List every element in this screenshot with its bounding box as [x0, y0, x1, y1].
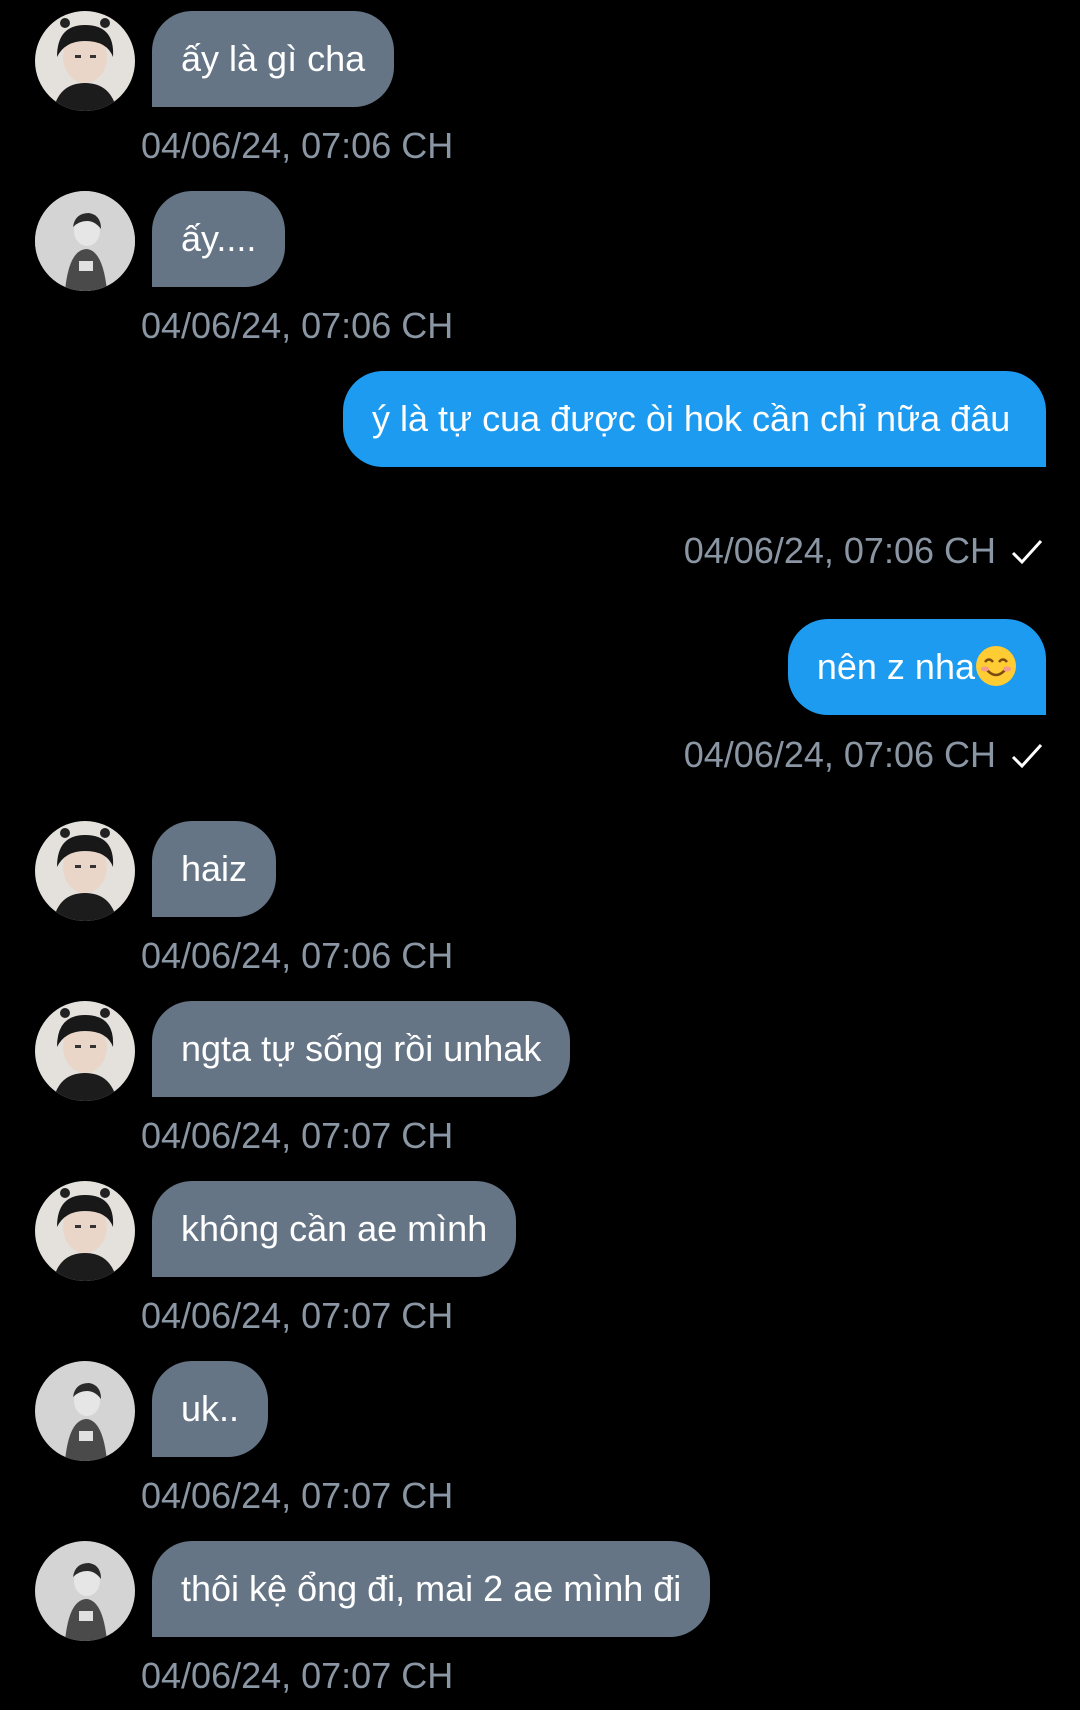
avatar[interactable] [35, 1361, 135, 1461]
avatar[interactable] [35, 821, 135, 921]
avatar-b-image [35, 191, 135, 291]
message-bubble[interactable]: haiz [152, 821, 277, 917]
message-bubble[interactable]: ý là tự cua được òi hok cần chỉ nữa đâu [343, 371, 1046, 467]
message-bubble[interactable]: thôi kệ ổng đi, mai 2 ae mình đi [152, 1541, 711, 1637]
message-timestamp: 04/06/24, 07:06 CH [141, 935, 454, 976]
message-timestamp: 04/06/24, 07:07 CH [141, 1475, 454, 1516]
message-bubble[interactable]: ngta tự sống rồi unhak [152, 1001, 571, 1097]
avatar-a-image [35, 11, 135, 111]
avatar[interactable] [35, 191, 135, 291]
avatar-a-image [35, 1181, 135, 1281]
avatar[interactable] [35, 1541, 135, 1641]
message-timestamp: 04/06/24, 07:06 CH [141, 125, 454, 166]
check-icon [1011, 539, 1043, 565]
avatar-a-image [35, 1001, 135, 1101]
message-timestamp: 04/06/24, 07:07 CH [141, 1655, 454, 1696]
message-timestamp: 04/06/24, 07:06 CH [683, 734, 996, 775]
avatar[interactable] [35, 11, 135, 111]
message-bubble[interactable]: nên z nha [787, 619, 1046, 715]
avatar-a-image [35, 821, 135, 921]
message-text: nên z nha [816, 646, 975, 687]
message-timestamp: 04/06/24, 07:07 CH [141, 1295, 454, 1336]
message-timestamp: 04/06/24, 07:06 CH [141, 305, 454, 346]
avatar-b-image [35, 1361, 135, 1461]
message-bubble[interactable]: không cần ae mình [152, 1181, 517, 1277]
message-bubble[interactable]: uk.. [152, 1361, 269, 1457]
message-timestamp: 04/06/24, 07:07 CH [141, 1115, 454, 1156]
check-icon [1011, 743, 1043, 769]
message-bubble[interactable]: ấy.... [152, 191, 286, 287]
message-bubble[interactable]: ấy là gì cha [152, 11, 395, 107]
avatar[interactable] [35, 1001, 135, 1101]
avatar-b-image [35, 1541, 135, 1641]
message-timestamp: 04/06/24, 07:06 CH [683, 530, 996, 571]
avatar[interactable] [35, 1181, 135, 1281]
smiling-face-icon [976, 646, 1016, 686]
chat-thread: ấy là gì cha 04/06/24, 07:06 CH ấy.... 0… [0, 0, 1080, 1710]
